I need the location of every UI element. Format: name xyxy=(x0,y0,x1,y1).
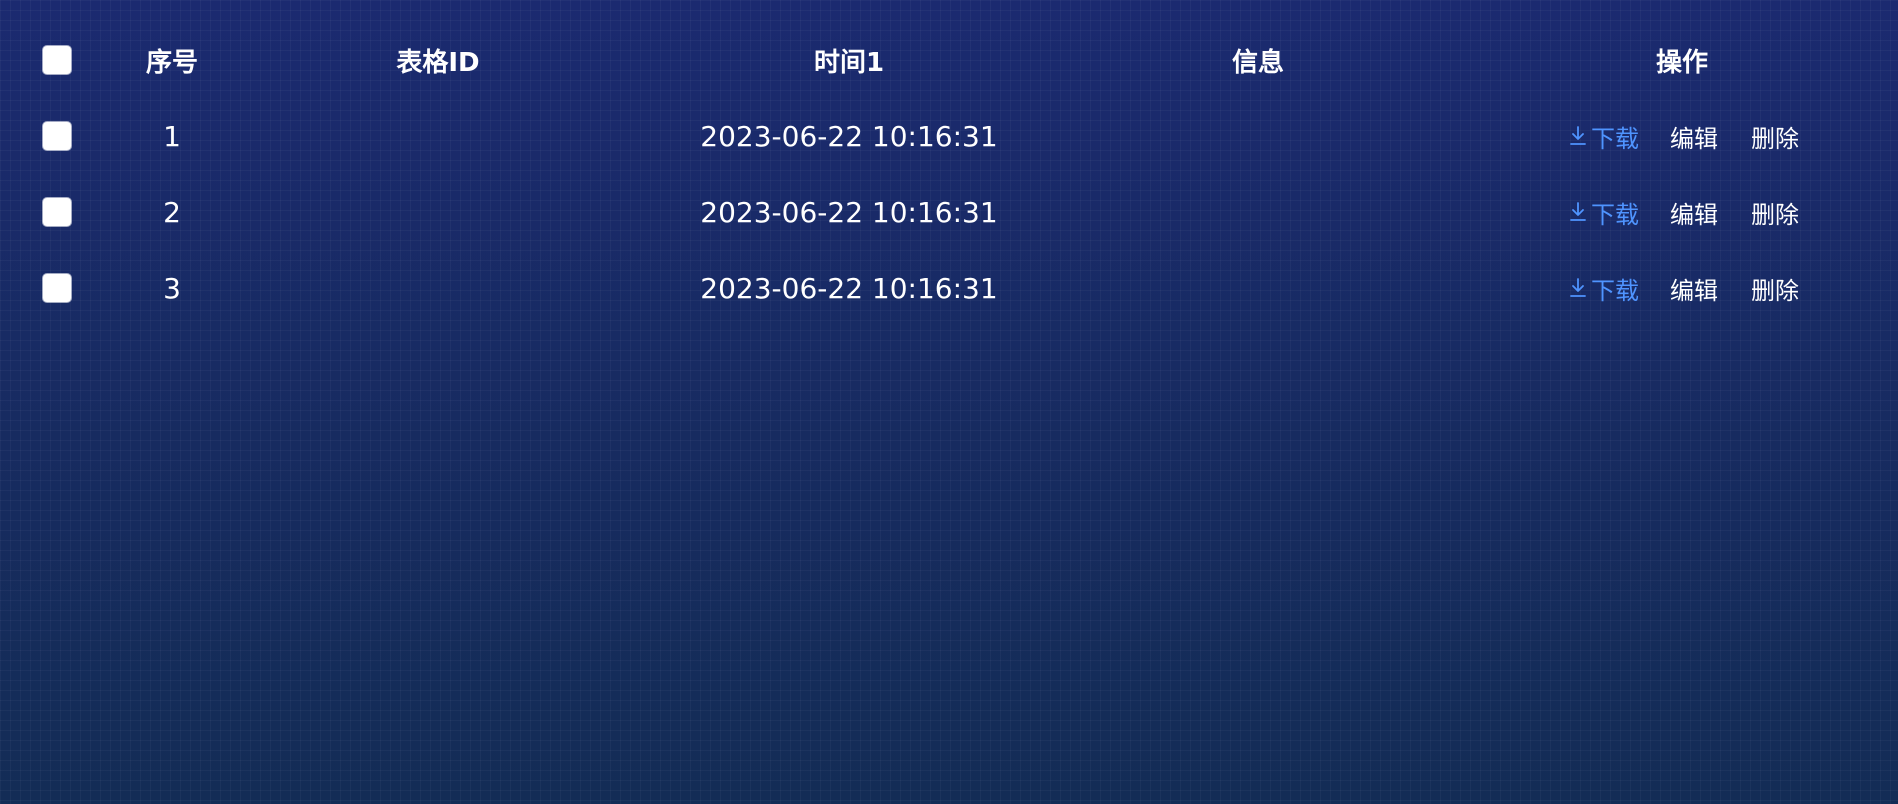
row-time: 2023-06-22 10:16:31 xyxy=(700,195,998,229)
download-icon xyxy=(1570,126,1586,145)
row-time: 2023-06-22 10:16:31 xyxy=(700,119,998,153)
download-link[interactable]: 下载 xyxy=(1568,271,1639,306)
delete-link[interactable]: 删除 xyxy=(1751,271,1799,306)
header-actions: 操作 xyxy=(1655,47,1708,78)
delete-link[interactable]: 删除 xyxy=(1751,119,1799,154)
header-time: 时间1 xyxy=(813,47,885,78)
row-checkbox[interactable] xyxy=(43,274,71,302)
edit-link[interactable]: 编辑 xyxy=(1670,195,1718,230)
download-icon xyxy=(1570,202,1586,221)
row-select-cell xyxy=(30,98,84,174)
edit-link[interactable]: 编辑 xyxy=(1670,271,1718,306)
header-table-id: 表格ID xyxy=(396,47,480,78)
select-all-cell xyxy=(30,22,84,98)
edit-link[interactable]: 编辑 xyxy=(1670,119,1718,154)
table-header-row: 序号 表格ID 时间1 信息 操作 xyxy=(0,22,1898,98)
row-actions: 下载 编辑 删除 xyxy=(1520,98,1844,174)
download-link[interactable]: 下载 xyxy=(1568,119,1639,154)
download-label: 下载 xyxy=(1591,276,1639,305)
row-table-id xyxy=(340,174,536,250)
row-checkbox[interactable] xyxy=(43,198,71,226)
row-select-cell xyxy=(30,250,84,326)
table-row: 1 2023-06-22 10:16:31 下载 编辑 删除 xyxy=(0,98,1898,174)
download-label: 下载 xyxy=(1591,200,1639,229)
row-index: 1 xyxy=(163,119,181,153)
table-row: 3 2023-06-22 10:16:31 下载 编辑 删除 xyxy=(0,250,1898,326)
row-index: 2 xyxy=(163,195,181,229)
row-index: 3 xyxy=(163,271,181,305)
row-time: 2023-06-22 10:16:31 xyxy=(700,271,998,305)
row-table-id xyxy=(340,250,536,326)
row-actions: 下载 编辑 删除 xyxy=(1520,250,1844,326)
download-label: 下载 xyxy=(1591,124,1639,153)
row-select-cell xyxy=(30,174,84,250)
delete-link[interactable]: 删除 xyxy=(1751,195,1799,230)
row-info xyxy=(1160,174,1356,250)
row-info xyxy=(1160,250,1356,326)
header-index: 序号 xyxy=(145,47,198,78)
row-info xyxy=(1160,98,1356,174)
row-checkbox[interactable] xyxy=(43,122,71,150)
row-actions: 下载 编辑 删除 xyxy=(1520,174,1844,250)
header-info: 信息 xyxy=(1231,47,1284,78)
select-all-checkbox[interactable] xyxy=(43,46,71,74)
download-icon xyxy=(1570,278,1586,297)
row-table-id xyxy=(340,98,536,174)
table-row: 2 2023-06-22 10:16:31 下载 编辑 删除 xyxy=(0,174,1898,250)
download-link[interactable]: 下载 xyxy=(1568,195,1639,230)
data-table: 序号 表格ID 时间1 信息 操作 1 2023-06-22 10:16:31 … xyxy=(0,0,1898,305)
